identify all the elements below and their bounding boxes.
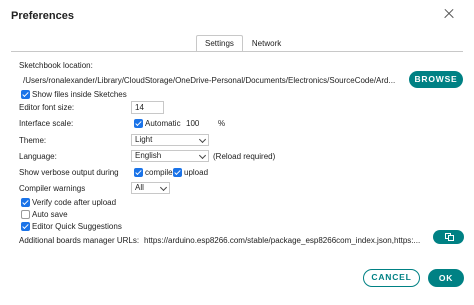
language-reload-note: (Reload required) — [213, 152, 276, 161]
language-label: Language: — [19, 152, 57, 161]
show-files-label: Show files inside Sketches — [32, 90, 127, 99]
compiler-warnings-select[interactable]: All — [131, 182, 170, 194]
quick-suggestions-label: Editor Quick Suggestions — [32, 222, 122, 231]
close-icon[interactable] — [441, 6, 457, 22]
compiler-warnings-value: All — [135, 183, 144, 192]
tab-settings[interactable]: Settings — [196, 35, 243, 52]
show-files-checkbox[interactable] — [21, 90, 30, 99]
theme-select[interactable]: Light — [131, 134, 209, 146]
editor-font-size-input[interactable]: 14 — [131, 101, 164, 114]
sketchbook-path-field[interactable]: /Users/ronalexander/Library/CloudStorage… — [19, 74, 399, 87]
verbose-upload-label: upload — [184, 168, 209, 177]
theme-select-value: Light — [135, 135, 153, 144]
auto-save-label: Auto save — [32, 210, 68, 219]
theme-label: Theme: — [19, 136, 47, 145]
automatic-scale-label: Automatic — [145, 119, 181, 128]
verbose-compile-label: compile — [145, 168, 173, 177]
tab-network[interactable]: Network — [243, 35, 290, 52]
verbose-upload-checkbox[interactable] — [173, 168, 182, 177]
chevron-down-icon — [159, 183, 168, 192]
editor-font-size-label: Editor font size: — [19, 103, 75, 112]
auto-save-checkbox[interactable] — [21, 210, 30, 219]
interface-scale-label: Interface scale: — [19, 119, 74, 128]
chevron-down-icon — [198, 135, 207, 144]
language-select-value: English — [135, 151, 162, 160]
verify-upload-label: Verify code after upload — [32, 198, 117, 207]
verbose-compile-checkbox[interactable] — [134, 168, 143, 177]
language-select[interactable]: English — [131, 150, 209, 162]
automatic-scale-checkbox[interactable] — [134, 119, 143, 128]
interface-scale-unit: % — [218, 119, 226, 128]
copy-icon-front — [448, 235, 454, 241]
tab-divider — [11, 51, 463, 52]
interface-scale-value[interactable]: 100 — [186, 119, 199, 129]
open-urls-editor-button[interactable] — [433, 230, 464, 244]
boards-manager-label: Additional boards manager URLs: — [19, 236, 140, 245]
ok-button[interactable]: OK — [428, 269, 464, 287]
browse-button[interactable]: BROWSE — [409, 71, 463, 88]
chevron-down-icon — [198, 151, 207, 160]
window-title: Preferences — [11, 10, 74, 22]
tab-bar: Settings Network — [196, 35, 290, 52]
boards-manager-url-input[interactable]: https://arduino.esp8266.com/stable/packa… — [140, 234, 428, 247]
sketchbook-location-label: Sketchbook location: — [19, 61, 93, 70]
quick-suggestions-checkbox[interactable] — [21, 222, 30, 231]
verbose-output-label: Show verbose output during — [19, 168, 119, 177]
verify-upload-checkbox[interactable] — [21, 198, 30, 207]
cancel-button[interactable]: CANCEL — [363, 269, 420, 287]
compiler-warnings-label: Compiler warnings — [19, 184, 86, 193]
